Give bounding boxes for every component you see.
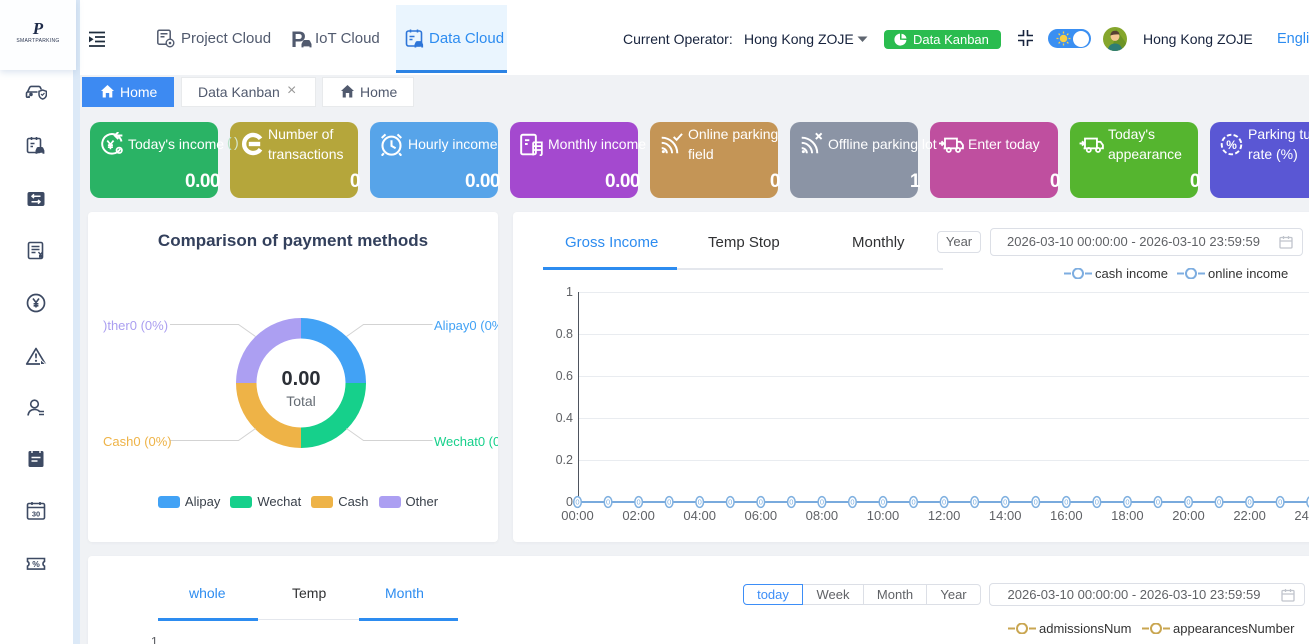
svg-text:0: 0	[1034, 497, 1038, 506]
svg-text:0: 0	[728, 497, 732, 506]
svg-text:0: 0	[606, 497, 610, 506]
svg-text:%: %	[1226, 138, 1237, 152]
svg-text:0: 0	[759, 497, 763, 506]
svg-text:0: 0	[1095, 497, 1099, 506]
svg-text:0: 0	[1186, 497, 1190, 506]
svg-text:0: 0	[637, 497, 641, 506]
svg-text:0: 0	[1125, 497, 1129, 506]
svg-text:0: 0	[973, 497, 977, 506]
svg-text:%: %	[32, 559, 40, 569]
svg-text:30: 30	[32, 510, 40, 519]
svg-text:0: 0	[820, 497, 824, 506]
svg-text:0: 0	[881, 497, 885, 506]
svg-text:0: 0	[1278, 497, 1282, 506]
svg-text:0: 0	[942, 497, 946, 506]
svg-text:0: 0	[1064, 497, 1068, 506]
svg-text:0: 0	[575, 497, 579, 506]
svg-text:0: 0	[698, 497, 702, 506]
svg-text:0: 0	[850, 497, 854, 506]
svg-text:0: 0	[667, 497, 671, 506]
svg-text:0: 0	[911, 497, 915, 506]
svg-text:0: 0	[1003, 497, 1007, 506]
svg-text:0: 0	[789, 497, 793, 506]
svg-text:0: 0	[1156, 497, 1160, 506]
svg-text:0: 0	[1217, 497, 1221, 506]
svg-text:0: 0	[1248, 497, 1252, 506]
